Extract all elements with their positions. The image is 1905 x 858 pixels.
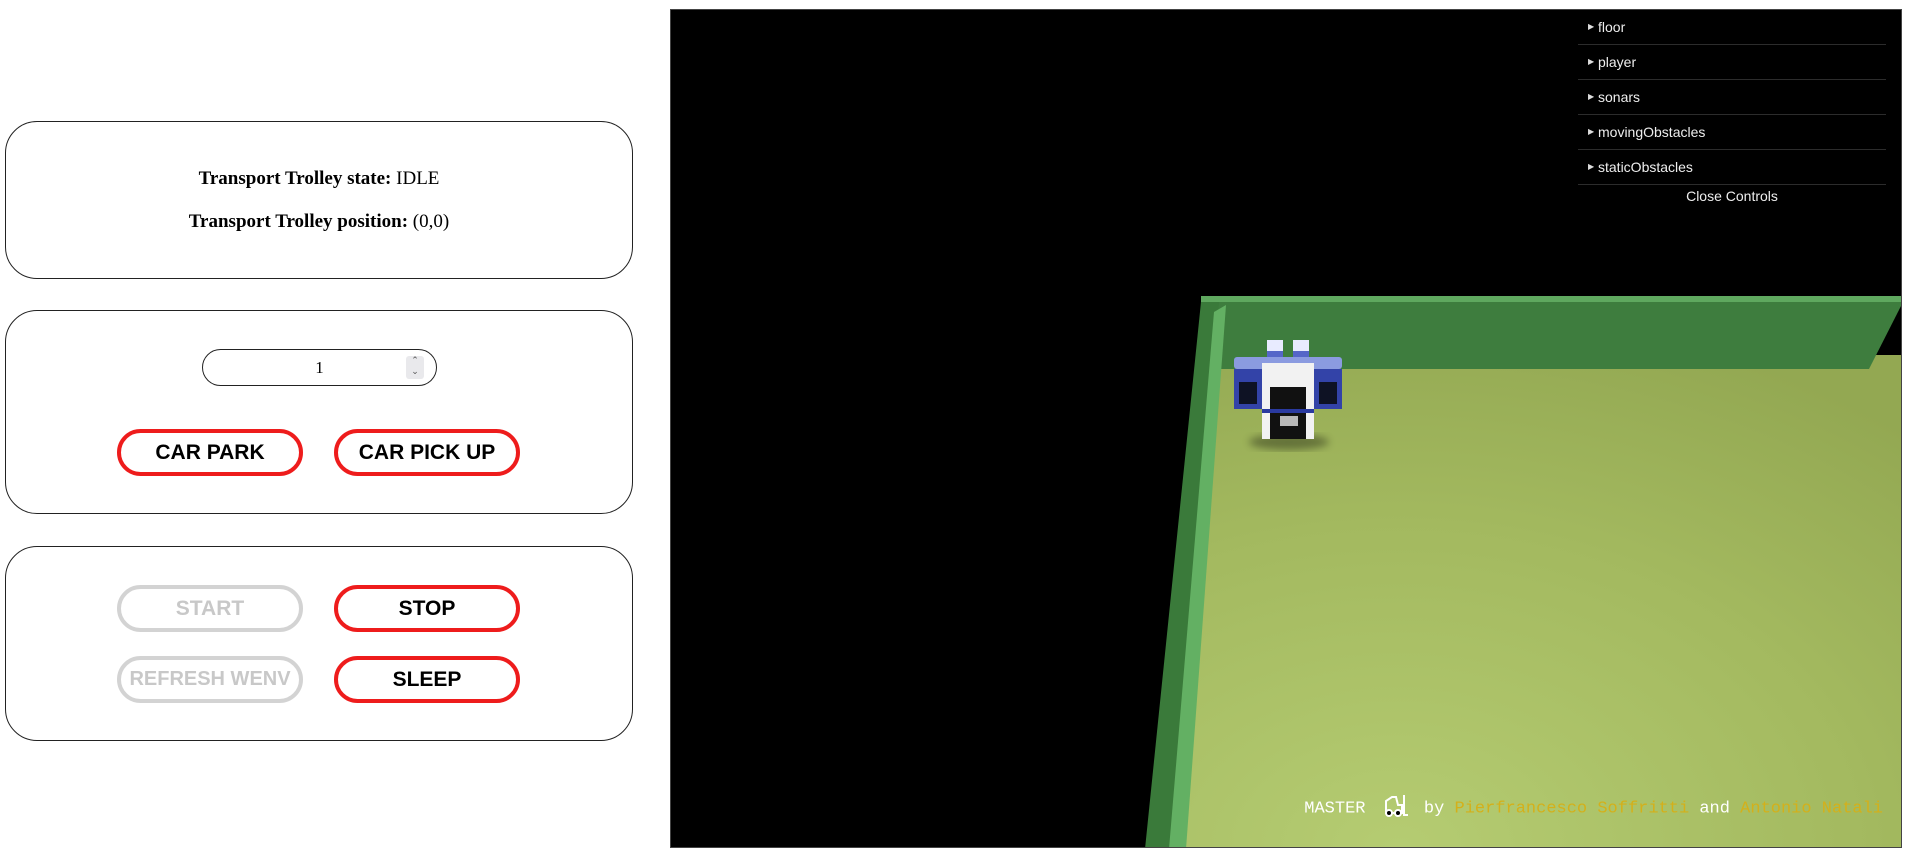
sleep-button[interactable]: SLEEP bbox=[334, 656, 520, 703]
scene-controls-panel: ▶ floor ▶ player ▶ sonars ▶ movingObstac… bbox=[1578, 10, 1886, 207]
trolley-state-label: Transport Trolley state: bbox=[198, 168, 392, 189]
slot-number-input[interactable]: 1 ⌃ ⌄ bbox=[202, 349, 437, 386]
credits-author-1[interactable]: Pierfrancesco Soffritti bbox=[1455, 799, 1690, 818]
slot-number-value: 1 bbox=[315, 358, 324, 377]
gui-folder-label: staticObstacles bbox=[1598, 159, 1693, 175]
caret-right-icon: ▶ bbox=[1588, 162, 1595, 171]
gui-folder-moving-obstacles[interactable]: ▶ movingObstacles bbox=[1578, 115, 1886, 150]
caret-right-icon: ▶ bbox=[1588, 92, 1595, 101]
trolley-position-value: (0,0) bbox=[412, 211, 450, 232]
caret-right-icon: ▶ bbox=[1588, 22, 1595, 31]
credits-prefix: MASTER bbox=[1304, 799, 1366, 819]
credits-and: and bbox=[1699, 799, 1730, 819]
close-controls-button[interactable]: Close Controls bbox=[1578, 185, 1886, 207]
caret-right-icon: ▶ bbox=[1588, 127, 1595, 136]
control-panel: START STOP REFRESH WENV SLEEP bbox=[5, 546, 633, 741]
gui-folder-label: player bbox=[1598, 54, 1637, 70]
caret-right-icon: ▶ bbox=[1588, 57, 1595, 66]
start-button[interactable]: START bbox=[117, 585, 303, 632]
gui-folder-label: sonars bbox=[1598, 89, 1641, 105]
spinner-down-icon[interactable]: ⌄ bbox=[406, 367, 424, 378]
credits-author-2[interactable]: Antonio Natali bbox=[1740, 799, 1883, 818]
gui-folder-player[interactable]: ▶ player bbox=[1578, 45, 1886, 80]
forklift-icon bbox=[1382, 793, 1408, 823]
trolley-position-line: Transport Trolley position: (0,0) bbox=[6, 211, 632, 233]
stop-button[interactable]: STOP bbox=[334, 585, 520, 632]
status-panel: Transport Trolley state: IDLE Transport … bbox=[5, 121, 633, 279]
car-park-button[interactable]: CAR PARK bbox=[117, 429, 303, 476]
gui-folder-static-obstacles[interactable]: ▶ staticObstacles bbox=[1578, 150, 1886, 185]
spinner-up-icon[interactable]: ⌃ bbox=[406, 356, 424, 367]
car-panel: 1 ⌃ ⌄ CAR PARK CAR PICK UP bbox=[5, 310, 633, 514]
credits-by: by bbox=[1423, 799, 1445, 819]
gui-folder-sonars[interactable]: ▶ sonars bbox=[1578, 80, 1886, 115]
back-wall-top bbox=[1201, 296, 1901, 302]
number-spinner[interactable]: ⌃ ⌄ bbox=[406, 356, 424, 379]
credits-line: MASTER by Pierfrancesco Soffritti and An… bbox=[1304, 793, 1883, 823]
trolley-position-label: Transport Trolley position: bbox=[188, 211, 409, 232]
scene-viewport[interactable]: ▶ floor ▶ player ▶ sonars ▶ movingObstac… bbox=[670, 9, 1902, 848]
gui-folder-label: floor bbox=[1598, 19, 1626, 35]
refresh-wenv-button[interactable]: REFRESH WENV bbox=[117, 656, 303, 703]
car-pickup-button[interactable]: CAR PICK UP bbox=[334, 429, 520, 476]
trolley-state-line: Transport Trolley state: IDLE bbox=[6, 168, 632, 190]
trolley-state-value: IDLE bbox=[396, 168, 440, 189]
gui-folder-floor[interactable]: ▶ floor bbox=[1578, 10, 1886, 45]
gui-folder-label: movingObstacles bbox=[1598, 124, 1706, 140]
